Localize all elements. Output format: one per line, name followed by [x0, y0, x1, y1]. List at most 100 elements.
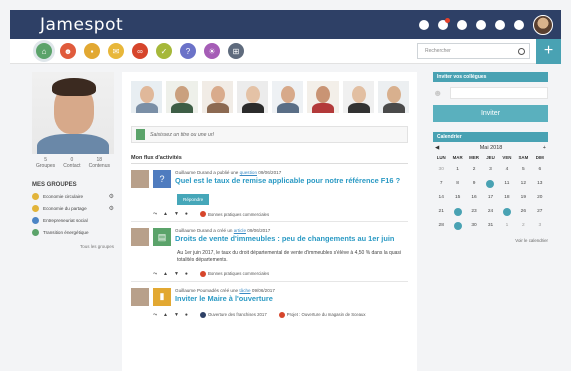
calendar-day[interactable]: 13 — [532, 180, 548, 188]
notification-icon[interactable] — [438, 17, 450, 30]
group-tag[interactable]: Bonnes pratiques commerciales — [199, 211, 269, 217]
dislike-icon[interactable]: ▼ — [174, 211, 179, 217]
see-calendar-link[interactable]: Voir le calendrier — [433, 238, 548, 243]
like-icon[interactable]: ▲ — [163, 312, 168, 318]
author-avatar[interactable] — [131, 228, 149, 246]
feed-item-title[interactable]: Quel est le taux de remise applicable po… — [175, 177, 400, 186]
share-icon[interactable]: ⤳ — [153, 211, 157, 217]
calendar-day[interactable]: 1 — [499, 222, 515, 230]
profile-photo[interactable] — [32, 72, 114, 154]
mail-icon[interactable]: ✉ — [108, 43, 124, 59]
calendar-day[interactable]: 19 — [515, 194, 531, 202]
calendar-day[interactable]: 18 — [499, 194, 515, 202]
invite-email-input[interactable] — [450, 87, 548, 99]
group-tag[interactable]: Bonnes pratiques commerciales — [199, 270, 269, 277]
like-icon[interactable]: ▲ — [163, 211, 168, 217]
group-item[interactable]: Economie circulaire ⚙ — [32, 193, 114, 200]
calendar-day[interactable]: 23 — [466, 208, 482, 216]
project-tag[interactable]: Projet : Ouverture du magasin de Sceaux — [278, 311, 366, 318]
search-input[interactable]: Rechercher — [417, 43, 530, 59]
globe-icon[interactable] — [419, 19, 429, 30]
calendar-day[interactable]: 17 — [482, 194, 498, 202]
calendar-day[interactable] — [449, 222, 465, 230]
item-type-link[interactable]: article — [234, 228, 246, 233]
calendar-day[interactable]: 2 — [466, 166, 482, 174]
group-item[interactable]: Entrepreneuriat social — [32, 217, 114, 224]
calendar-day[interactable]: 4 — [499, 166, 515, 174]
person-photo[interactable] — [307, 81, 339, 113]
user-avatar[interactable] — [533, 14, 553, 35]
clock-icon[interactable] — [476, 19, 486, 30]
stat-groups[interactable]: 5 Groupes — [36, 157, 55, 169]
calendar-day[interactable]: 2 — [515, 222, 531, 230]
stat-contacts[interactable]: 0 Contact — [63, 157, 80, 169]
item-type-link[interactable]: question — [240, 170, 257, 175]
brand-logo[interactable]: Jamespot — [40, 15, 123, 35]
check-icon[interactable]: ✓ — [156, 43, 172, 59]
reply-button[interactable]: Répondre — [177, 194, 210, 205]
calendar-day[interactable] — [499, 208, 515, 216]
calendar-day[interactable]: 1 — [449, 166, 465, 174]
all-groups-link[interactable]: Tous les groupes — [32, 244, 114, 249]
group-settings-icon[interactable]: ⚙ — [109, 205, 114, 212]
invite-button[interactable]: Inviter — [433, 105, 548, 122]
calendar-day[interactable]: 31 — [482, 222, 498, 230]
person-photo[interactable] — [131, 81, 163, 113]
group-item[interactable]: Transition énergétique — [32, 229, 114, 236]
add-button[interactable]: + — [536, 38, 561, 64]
group-settings-icon[interactable]: ⚙ — [109, 193, 114, 200]
calendar-day[interactable]: 11 — [499, 180, 515, 188]
prev-month-button[interactable]: ◀ — [435, 145, 439, 151]
calendar-day[interactable]: 28 — [433, 222, 449, 230]
person-photo[interactable] — [166, 81, 198, 113]
next-month-button[interactable]: + — [543, 145, 546, 151]
calendar-day[interactable]: 3 — [532, 222, 548, 230]
calendar-day[interactable] — [482, 180, 498, 188]
calendar-day[interactable]: 6 — [532, 166, 548, 174]
calendar-day[interactable]: 15 — [449, 194, 465, 202]
calendar-day[interactable]: 27 — [532, 208, 548, 216]
link-icon[interactable]: ∞ — [132, 43, 148, 59]
dislike-icon[interactable]: ▼ — [174, 312, 179, 318]
help-icon[interactable] — [457, 19, 467, 30]
search-icon[interactable] — [518, 48, 525, 55]
calendar-day[interactable]: 5 — [515, 166, 531, 174]
users-icon[interactable]: ☻ — [60, 43, 76, 59]
feed-item-title[interactable]: Inviter le Maire à l'ouverture — [175, 294, 275, 304]
share-icon[interactable]: ⤳ — [153, 312, 157, 318]
settings-icon[interactable] — [495, 19, 505, 30]
calendar-day[interactable]: 3 — [482, 166, 498, 174]
calendar-day[interactable]: 30 — [466, 222, 482, 230]
feed-item-title[interactable]: Droits de vente d'immeubles : peu de cha… — [175, 235, 394, 244]
share-icon[interactable]: ⤳ — [153, 271, 157, 277]
calendar-day[interactable] — [449, 208, 465, 216]
like-icon[interactable]: ▲ — [163, 271, 168, 277]
bulb-icon[interactable]: ☀ — [204, 43, 220, 59]
comment-icon[interactable]: ● — [185, 312, 188, 318]
folder-icon[interactable]: ▪ — [84, 43, 100, 59]
item-type-link[interactable]: tâche — [239, 288, 250, 293]
person-photo[interactable] — [342, 81, 374, 113]
author-avatar[interactable] — [131, 170, 149, 188]
group-item[interactable]: Economie du partage ⚙ — [32, 205, 114, 212]
calendar-day[interactable]: 20 — [532, 194, 548, 202]
calendar-day[interactable]: 21 — [433, 208, 449, 216]
comment-icon[interactable]: ● — [185, 211, 188, 217]
calendar-day[interactable]: 8 — [449, 180, 465, 188]
calendar-day[interactable]: 12 — [515, 180, 531, 188]
comment-icon[interactable]: ● — [185, 271, 188, 277]
calendar-day[interactable]: 7 — [433, 180, 449, 188]
person-photo[interactable] — [201, 81, 233, 113]
dislike-icon[interactable]: ▼ — [174, 271, 179, 277]
project-tag[interactable]: Ouverture des franchises 2017 — [199, 311, 267, 318]
author-avatar[interactable] — [131, 287, 149, 306]
stat-contents[interactable]: 18 Contenus — [89, 157, 110, 169]
calendar-day[interactable]: 16 — [466, 194, 482, 202]
home-icon[interactable]: ⌂ — [36, 43, 52, 59]
person-photo[interactable] — [377, 81, 409, 113]
calendar-day[interactable]: 9 — [466, 180, 482, 188]
calendar-day[interactable]: 26 — [515, 208, 531, 216]
person-photo[interactable] — [272, 81, 304, 113]
calendar-day[interactable]: 30 — [433, 166, 449, 174]
dashboard-icon[interactable] — [514, 19, 524, 30]
